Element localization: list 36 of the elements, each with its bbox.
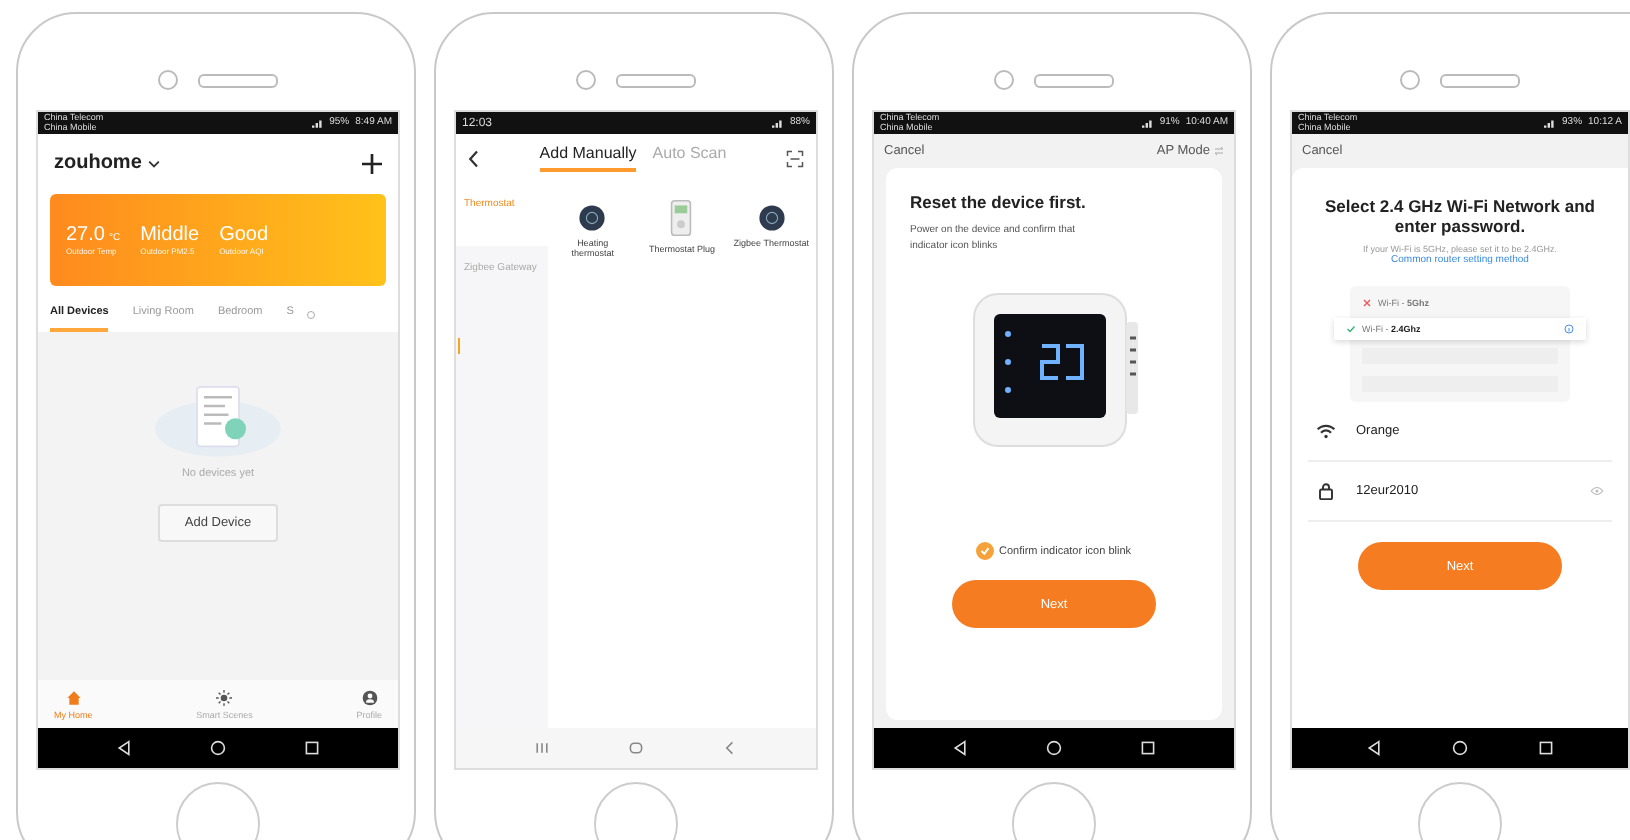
camera-icon	[576, 70, 596, 90]
plug-thermostat-icon	[670, 198, 693, 238]
profile-icon	[361, 689, 378, 705]
scan-icon[interactable]	[786, 149, 804, 167]
instruction-title: Reset the device first.	[910, 192, 1088, 212]
weather-value: Good	[219, 224, 269, 246]
weather-value: Middle	[140, 224, 200, 246]
speaker-grille	[1034, 73, 1114, 87]
camera-icon	[994, 70, 1014, 90]
wifi-icon	[1316, 422, 1336, 441]
add-icon[interactable]	[362, 153, 382, 173]
info-icon	[1564, 324, 1574, 335]
thermostat-icon	[578, 204, 607, 232]
speaker-grille	[1440, 73, 1520, 87]
signal-icon	[1544, 118, 1557, 128]
camera-icon	[1400, 70, 1420, 90]
confirm-checkbox[interactable]	[976, 542, 995, 560]
check-icon	[1346, 324, 1356, 335]
cross-icon	[1362, 298, 1372, 309]
sun-icon	[216, 689, 233, 705]
chevron-down-icon[interactable]	[147, 159, 160, 167]
speaker-grille	[616, 73, 696, 87]
speaker-grille	[198, 73, 278, 87]
weather-value: 27.0	[66, 224, 105, 246]
lock-icon	[1316, 482, 1336, 501]
signal-icon	[311, 118, 324, 128]
home-icon	[65, 689, 82, 705]
signal-icon	[771, 118, 784, 128]
scroll-indicator	[458, 338, 460, 354]
wifi-setup-title: Select 2.4 GHz Wi-Fi Network and enter password.	[1322, 196, 1597, 237]
thermostat-icon	[757, 204, 786, 232]
signal-icon	[1141, 118, 1154, 128]
back-icon[interactable]	[468, 149, 480, 167]
camera-icon	[158, 70, 178, 90]
mode-tab[interactable]: Add Manually	[539, 144, 637, 172]
home-name[interactable]: zouhome	[54, 152, 142, 174]
